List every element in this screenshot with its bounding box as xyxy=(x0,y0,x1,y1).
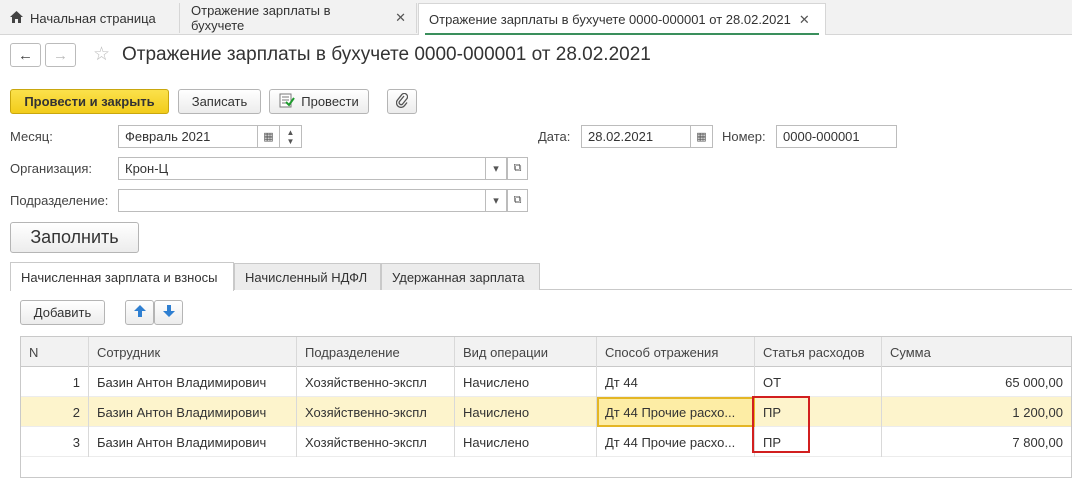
column-header-method[interactable]: Способ отражения xyxy=(597,337,755,367)
chevron-down-icon: ▾ xyxy=(493,195,499,207)
operation-cell[interactable]: Начислено xyxy=(455,427,597,457)
department-cell[interactable]: Хозяйственно-экспл xyxy=(297,427,455,457)
arrow-up-icon xyxy=(133,305,146,320)
column-header-department[interactable]: Подразделение xyxy=(297,337,455,367)
date-label: Дата: xyxy=(538,129,571,144)
method-cell[interactable]: Дт 44 Прочие расхо... xyxy=(597,397,755,427)
post-button-label: Провести xyxy=(301,94,359,109)
home-icon xyxy=(10,10,23,26)
department-field[interactable] xyxy=(118,189,486,212)
expense-cell[interactable]: ОТ xyxy=(755,367,882,397)
move-down-button[interactable] xyxy=(154,300,183,325)
table-header: N Сотрудник Подразделение Вид операции С… xyxy=(21,337,1071,367)
attach-button[interactable] xyxy=(387,89,417,114)
month-label: Месяц: xyxy=(10,129,53,144)
stepper-down-icon[interactable]: ▼ xyxy=(287,137,295,146)
row-number: 3 xyxy=(21,427,89,457)
column-header-sum[interactable]: Сумма xyxy=(882,337,1071,367)
table-row[interactable]: 2 Базин Антон Владимирович Хозяйственно-… xyxy=(21,397,1071,427)
paperclip-icon xyxy=(395,92,409,111)
month-field[interactable]: Февраль 2021 xyxy=(118,125,258,148)
tab-label: Начальная страница xyxy=(30,10,156,26)
number-field[interactable]: 0000-000001 xyxy=(776,125,897,148)
page-title: Отражение зарплаты в бухучете 0000-00000… xyxy=(122,44,651,65)
move-up-button[interactable] xyxy=(125,300,154,325)
tab-label: Отражение зарплаты в бухучете xyxy=(191,3,331,33)
tab-salary-document[interactable]: Отражение зарплаты в бухучете 0000-00000… xyxy=(418,3,826,35)
method-cell[interactable]: Дт 44 xyxy=(597,367,755,397)
calendar-icon: ▦ xyxy=(263,131,274,143)
arrow-down-icon xyxy=(162,305,175,320)
employee-cell[interactable]: Базин Антон Владимирович xyxy=(89,367,297,397)
column-header-operation[interactable]: Вид операции xyxy=(455,337,597,367)
tab-accrued-salary[interactable]: Начисленная зарплата и взносы xyxy=(10,262,234,291)
organization-dropdown[interactable]: ▾ xyxy=(486,157,507,180)
column-header-employee[interactable]: Сотрудник xyxy=(89,337,297,367)
highlight-box xyxy=(752,396,810,453)
open-link-icon: ⧉ xyxy=(513,162,522,174)
department-cell[interactable]: Хозяйственно-экспл xyxy=(297,367,455,397)
calendar-button[interactable]: ▦ xyxy=(258,125,280,148)
fill-button[interactable]: Заполнить xyxy=(10,222,139,253)
number-label: Номер: xyxy=(722,129,766,144)
calendar-icon: ▦ xyxy=(696,131,707,143)
accruals-table: N Сотрудник Подразделение Вид операции С… xyxy=(20,336,1072,478)
sum-cell[interactable]: 1 200,00 xyxy=(882,397,1071,427)
add-button[interactable]: Добавить xyxy=(20,300,105,325)
table-row[interactable]: 3 Базин Антон Владимирович Хозяйственно-… xyxy=(21,427,1071,457)
department-open-button[interactable]: ⧉ xyxy=(507,189,528,212)
date-calendar-button[interactable]: ▦ xyxy=(691,125,713,148)
organization-open-button[interactable]: ⧉ xyxy=(507,157,528,180)
save-button[interactable]: Записать xyxy=(178,89,261,114)
organization-field[interactable]: Крон-Ц xyxy=(118,157,486,180)
tab-accrued-ndfl[interactable]: Начисленный НДФЛ xyxy=(234,263,381,290)
post-document-icon xyxy=(279,93,296,111)
method-cell[interactable]: Дт 44 Прочие расхо... xyxy=(597,427,755,457)
tab-label: Отражение зарплаты в бухучете 0000-00000… xyxy=(429,12,791,27)
chevron-down-icon: ▾ xyxy=(493,163,499,175)
row-number: 1 xyxy=(21,367,89,397)
column-header-expense[interactable]: Статья расходов xyxy=(755,337,882,367)
department-dropdown[interactable]: ▾ xyxy=(486,189,507,212)
department-cell[interactable]: Хозяйственно-экспл xyxy=(297,397,455,427)
employee-cell[interactable]: Базин Антон Владимирович xyxy=(89,427,297,457)
department-label: Подразделение: xyxy=(10,193,109,208)
tab-home[interactable]: Начальная страница xyxy=(0,3,180,33)
post-button[interactable]: Провести xyxy=(269,89,369,114)
forward-button[interactable]: → xyxy=(45,43,76,67)
date-field[interactable]: 28.02.2021 xyxy=(581,125,691,148)
table-empty-area xyxy=(21,457,1071,477)
row-number: 2 xyxy=(21,397,89,427)
close-icon[interactable]: ✕ xyxy=(395,10,406,26)
table-row[interactable]: 1 Базин Антон Владимирович Хозяйственно-… xyxy=(21,367,1071,397)
operation-cell[interactable]: Начислено xyxy=(455,397,597,427)
favorite-star-icon[interactable]: ☆ xyxy=(93,43,110,66)
sum-cell[interactable]: 65 000,00 xyxy=(882,367,1071,397)
employee-cell[interactable]: Базин Антон Владимирович xyxy=(89,397,297,427)
stepper-up-icon[interactable]: ▲ xyxy=(287,128,295,137)
tab-withheld-salary[interactable]: Удержанная зарплата xyxy=(381,263,540,290)
back-button[interactable]: ← xyxy=(10,43,41,67)
open-link-icon: ⧉ xyxy=(513,194,522,206)
close-icon[interactable]: ✕ xyxy=(799,12,810,28)
month-stepper[interactable]: ▲ ▼ xyxy=(280,125,302,148)
tab-salary-list[interactable]: Отражение зарплаты в бухучете ✕ xyxy=(181,3,417,33)
column-header-n[interactable]: N xyxy=(21,337,89,367)
arrow-right-icon: → xyxy=(53,46,68,64)
post-and-close-button[interactable]: Провести и закрыть xyxy=(10,89,169,114)
sum-cell[interactable]: 7 800,00 xyxy=(882,427,1071,457)
operation-cell[interactable]: Начислено xyxy=(455,367,597,397)
organization-label: Организация: xyxy=(10,161,93,176)
arrow-left-icon: ← xyxy=(18,46,33,64)
